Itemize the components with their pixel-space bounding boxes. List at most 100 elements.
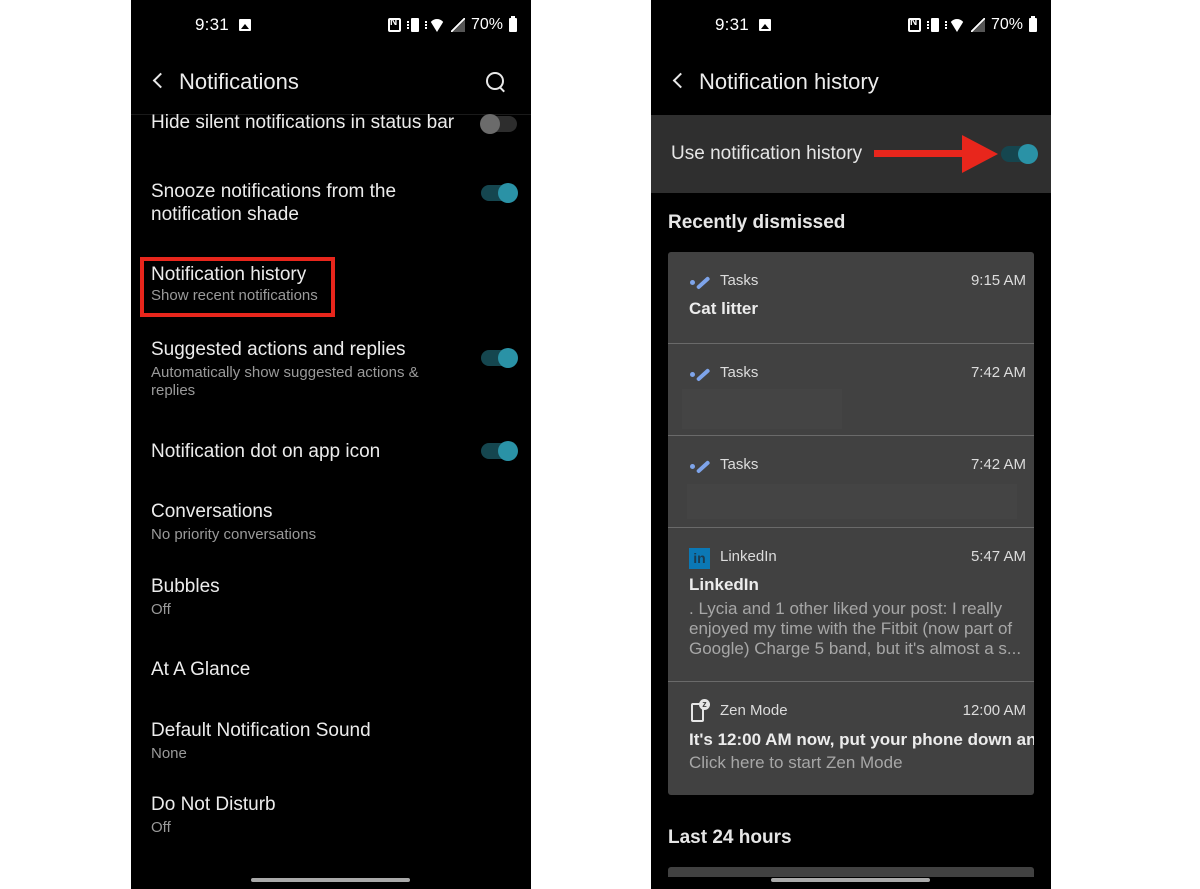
setting-do-not-disturb[interactable]: Do Not Disturb Off	[151, 793, 517, 837]
setting-subtitle: None	[151, 745, 187, 762]
vibrate-icon	[926, 18, 947, 32]
app-bar: Notification history	[651, 60, 1051, 104]
setting-title: Default Notification Sound	[151, 720, 371, 741]
back-arrow-icon[interactable]	[671, 70, 685, 92]
image-icon	[239, 19, 251, 31]
setting-subtitle: Off	[151, 601, 171, 618]
gesture-nav-handle[interactable]	[771, 878, 930, 882]
setting-at-a-glance[interactable]: At A Glance	[151, 658, 517, 681]
notification-title: It's 12:00 AM now, put your phone down a…	[689, 730, 1034, 749]
setting-title: Suggested actions and replies	[151, 339, 406, 360]
setting-conversations[interactable]: Conversations No priority conversations	[151, 500, 517, 544]
notification-history-screen: 9:31 70% Notification history Use notifi…	[651, 0, 1051, 889]
notification-item[interactable]: Tasks 9:15 AM Cat litter	[668, 252, 1034, 344]
notification-body: . Lycia and 1 other liked your post: I r…	[689, 599, 1022, 658]
notification-body: Click here to start Zen Mode	[689, 753, 903, 772]
wifi-icon	[948, 18, 965, 32]
setting-subtitle: Off	[151, 819, 171, 836]
use-notification-history-label: Use notification history	[671, 143, 863, 164]
setting-title: Snooze notifications from the notificati…	[151, 181, 397, 225]
use-notification-history-toggle[interactable]	[1001, 144, 1038, 164]
use-notification-history-row[interactable]: Use notification history	[651, 115, 1051, 193]
notification-header: Tasks 7:42 AM	[689, 364, 1026, 384]
tasks-icon	[689, 458, 711, 474]
notification-app-name: Tasks	[720, 364, 759, 381]
setting-bubbles[interactable]: Bubbles Off	[151, 575, 517, 619]
setting-notification-history[interactable]: Notification history Show recent notific…	[151, 263, 517, 305]
notification-title: LinkedIn	[689, 575, 759, 594]
search-icon[interactable]	[485, 71, 507, 93]
setting-subtitle: Show recent notifications	[151, 287, 318, 304]
status-bar: 9:31 70%	[131, 0, 531, 50]
suggested-actions-toggle[interactable]	[481, 348, 518, 368]
back-arrow-icon[interactable]	[151, 70, 165, 92]
status-time: 9:31	[715, 15, 749, 34]
notification-dot-toggle[interactable]	[481, 441, 518, 461]
toggle-knob	[498, 348, 518, 368]
page-title: Notification history	[699, 69, 879, 94]
nfc-icon	[387, 17, 401, 32]
notification-app-name: Zen Mode	[720, 702, 788, 719]
linkedin-icon: in	[689, 548, 710, 569]
setting-title: Notification history	[151, 264, 307, 285]
snooze-toggle[interactable]	[481, 183, 518, 203]
notifications-settings-screen: 9:31 70% Notifications Hide silent notif…	[131, 0, 531, 889]
battery-percent: 70%	[990, 16, 1023, 33]
toggle-knob	[498, 183, 518, 203]
notification-app-name: Tasks	[720, 272, 759, 289]
toggle-knob	[498, 441, 518, 461]
toggle-knob	[480, 114, 500, 134]
setting-title: Conversations	[151, 501, 273, 522]
setting-notification-dot[interactable]: Notification dot on app icon	[151, 440, 518, 463]
last-24-hours-list	[668, 867, 1034, 877]
redacted-content	[687, 484, 1017, 519]
wifi-icon	[428, 18, 445, 32]
notification-header: Tasks 9:15 AM	[689, 272, 1026, 292]
section-header-recently-dismissed: Recently dismissed	[668, 212, 846, 233]
notification-item[interactable]: Tasks 7:42 AM	[668, 436, 1034, 528]
hide-silent-toggle[interactable]	[480, 114, 517, 134]
app-bar: Notifications	[131, 60, 531, 104]
notification-item[interactable]: Zen Mode 12:00 AM It's 12:00 AM now, put…	[668, 682, 1034, 795]
redacted-content	[682, 389, 842, 429]
battery-icon	[1029, 16, 1037, 32]
gesture-nav-handle[interactable]	[251, 878, 410, 882]
notification-time: 5:47 AM	[970, 548, 1026, 565]
recently-dismissed-list: Tasks 9:15 AM Cat litter Tasks 7:42 AM T…	[668, 252, 1034, 795]
status-time: 9:31	[195, 15, 229, 34]
vibrate-icon	[406, 18, 427, 32]
notification-app-name: LinkedIn	[720, 548, 777, 565]
notification-item[interactable]: Tasks 7:42 AM	[668, 344, 1034, 436]
notification-item[interactable]: in LinkedIn 5:47 AM LinkedIn . Lycia and…	[668, 528, 1034, 682]
toggle-knob	[1018, 144, 1038, 164]
setting-hide-silent-notifications[interactable]: Hide silent notifications in status bar	[151, 111, 517, 134]
nfc-icon	[907, 17, 921, 32]
page-title: Notifications	[179, 69, 299, 94]
status-icons: 70%	[387, 14, 517, 36]
no-signal-icon	[450, 18, 465, 32]
setting-suggested-actions[interactable]: Suggested actions and replies Automatica…	[151, 338, 518, 400]
status-bar: 9:31 70%	[651, 0, 1051, 50]
setting-default-notification-sound[interactable]: Default Notification Sound None	[151, 719, 517, 763]
notification-app-name: Tasks	[720, 456, 759, 473]
setting-title: Do Not Disturb	[151, 794, 276, 815]
setting-title: Bubbles	[151, 576, 220, 597]
notification-time: 12:00 AM	[962, 702, 1026, 719]
tasks-icon	[689, 274, 711, 290]
tasks-icon	[689, 366, 711, 382]
notification-time: 9:15 AM	[970, 272, 1026, 289]
red-arrow-annotation	[874, 135, 1002, 173]
no-signal-icon	[970, 18, 985, 32]
notification-time: 7:42 AM	[970, 456, 1026, 473]
setting-title: At A Glance	[151, 659, 251, 680]
setting-subtitle: Automatically show suggested actions & r…	[151, 364, 419, 399]
notification-header: in LinkedIn 5:47 AM	[689, 548, 1026, 569]
notification-title: Cat litter	[689, 299, 758, 318]
notification-header: Tasks 7:42 AM	[689, 456, 1026, 476]
status-icons: 70%	[907, 14, 1037, 36]
setting-subtitle: No priority conversations	[151, 526, 317, 543]
section-header-last-24-hours: Last 24 hours	[668, 827, 792, 848]
battery-percent: 70%	[470, 16, 503, 33]
setting-snooze-notifications[interactable]: Snooze notifications from the notificati…	[151, 180, 518, 226]
zen-mode-icon	[691, 699, 710, 722]
